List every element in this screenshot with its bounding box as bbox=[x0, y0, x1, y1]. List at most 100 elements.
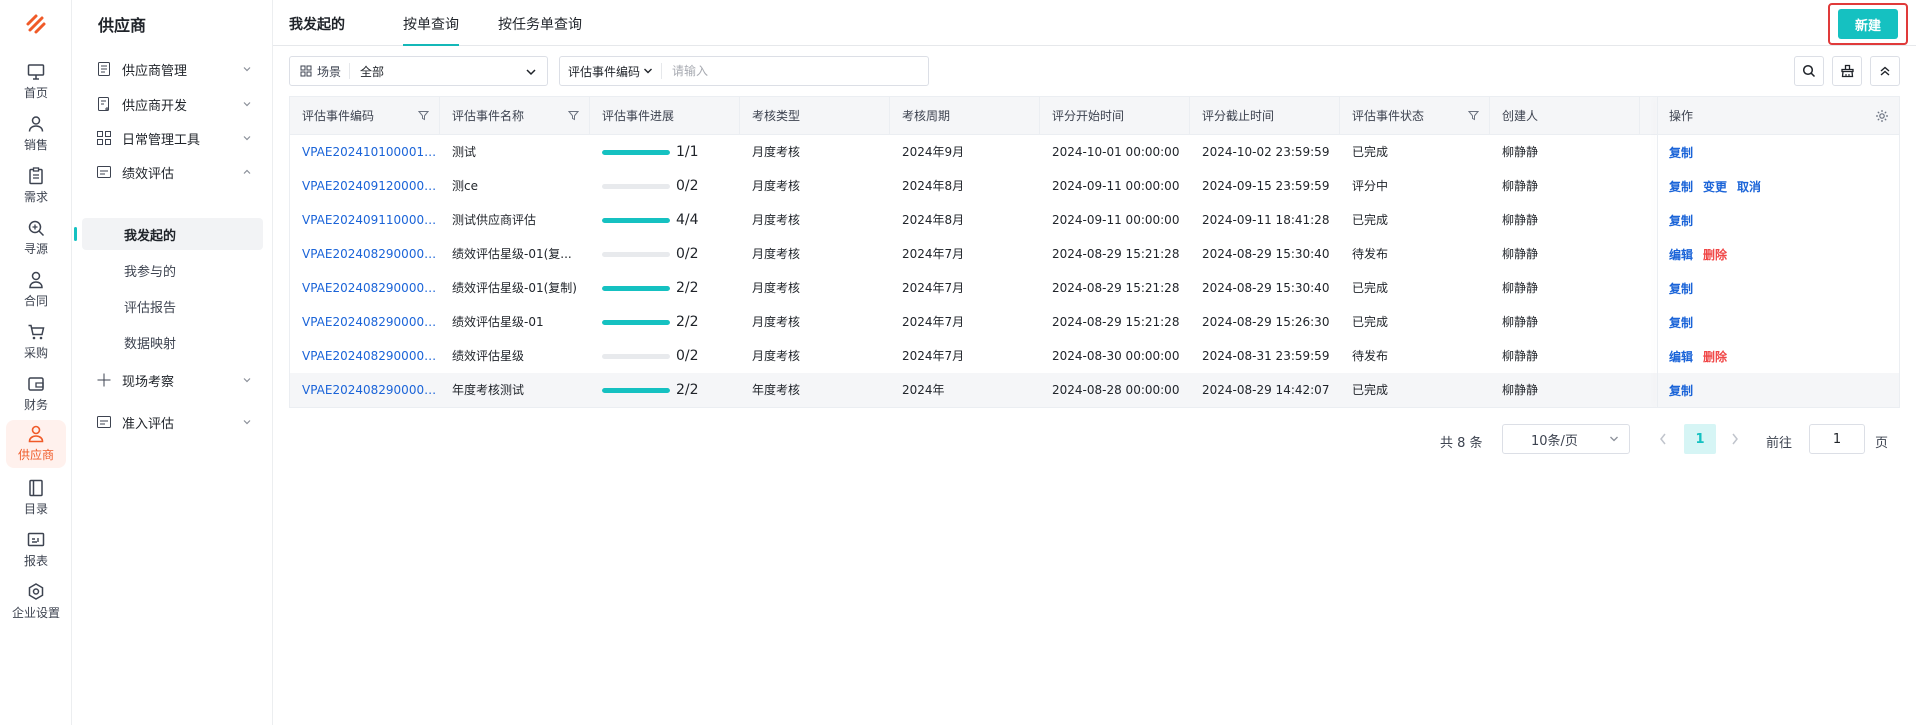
scene-label: 场景 bbox=[290, 63, 351, 79]
submenu-item-initiated[interactable]: 我发起的 bbox=[74, 218, 263, 250]
cell-code[interactable]: VPAE20240829000003... bbox=[290, 339, 440, 373]
submenu-item-data-mapping[interactable]: 数据映射 bbox=[82, 326, 263, 358]
rail-item[interactable]: 采购 bbox=[6, 318, 66, 366]
cell-period: 2024年7月 bbox=[902, 315, 965, 329]
cell-code[interactable]: VPAE20240911000001... bbox=[290, 203, 440, 237]
cell-code[interactable]: VPAE20241010000101... bbox=[290, 135, 440, 169]
cell-creator: 柳静静 bbox=[1502, 349, 1539, 363]
cell-status: 评分中 bbox=[1352, 179, 1389, 193]
cell-progress: 4/4 bbox=[590, 203, 740, 237]
broom-icon bbox=[1840, 64, 1854, 78]
filter-icon[interactable] bbox=[1468, 110, 1479, 121]
collapse-button[interactable] bbox=[1870, 56, 1900, 86]
row-action-0-link[interactable]: 复制 bbox=[1669, 382, 1693, 399]
column-header-label: 评估事件编码 bbox=[302, 109, 375, 123]
submenu-group-supplier-management[interactable]: 供应商管理 bbox=[96, 55, 262, 83]
tab-by-task-order[interactable]: 按任务单查询 bbox=[498, 14, 582, 44]
prev-page-icon[interactable] bbox=[1658, 432, 1668, 446]
cell-name: 年度考核测试 bbox=[452, 383, 525, 397]
cell-name: 测试供应商评估 bbox=[452, 213, 537, 227]
filter-icon[interactable] bbox=[418, 110, 429, 121]
cell-actions: 编辑 删除 bbox=[1657, 339, 1899, 373]
chevron-down-icon bbox=[243, 67, 251, 72]
rail-item[interactable]: 供应商 bbox=[6, 420, 66, 468]
page-number-button[interactable]: 1 bbox=[1684, 424, 1716, 454]
row-action-0-link[interactable]: 复制 bbox=[1669, 178, 1693, 195]
cell-end: 2024-08-29 15:30:40 bbox=[1202, 281, 1330, 295]
column-header-actions: 操作 bbox=[1657, 97, 1899, 135]
goto-page-input[interactable] bbox=[1809, 424, 1865, 454]
submenu-group-performance[interactable]: 绩效评估 bbox=[96, 158, 262, 186]
page-size-select[interactable]: 10条/页 bbox=[1502, 424, 1630, 454]
cell-code[interactable]: VPAE20240912000001... bbox=[290, 169, 440, 203]
rail-item[interactable]: 销售 bbox=[6, 110, 66, 158]
column-header-code: 评估事件编码 bbox=[290, 97, 440, 135]
cell-end: 2024-08-29 14:42:07 bbox=[1202, 383, 1330, 397]
cell-name: 绩效评估星级-01(复... bbox=[452, 247, 572, 261]
rail-item[interactable]: 首页 bbox=[6, 58, 66, 106]
row-action-3-link[interactable]: 编辑 bbox=[1669, 348, 1693, 365]
tab-by-order[interactable]: 按单查询 bbox=[403, 14, 459, 46]
progress-bar bbox=[602, 217, 670, 223]
rail-item[interactable]: 寻源 bbox=[6, 214, 66, 262]
cell-type: 月度考核 bbox=[752, 179, 801, 193]
wallet-icon bbox=[28, 377, 44, 391]
submenu-group-supplier-development[interactable]: 供应商开发 bbox=[96, 90, 262, 118]
pagination: 共 8 条 10条/页 1 前往 页 bbox=[1440, 424, 1900, 456]
field-type-select[interactable]: 评估事件编码 bbox=[560, 63, 663, 79]
cell-status: 已完成 bbox=[1352, 383, 1389, 397]
row-action-0-link[interactable]: 复制 bbox=[1669, 280, 1693, 297]
progress-text: 0/2 bbox=[676, 246, 699, 262]
rail-item[interactable]: 报表 bbox=[6, 526, 66, 574]
cell-type: 月度考核 bbox=[752, 247, 801, 261]
submenu-group-label: 准入评估 bbox=[122, 416, 175, 432]
row-action-4-link[interactable]: 删除 bbox=[1703, 348, 1727, 365]
progress-fill bbox=[602, 285, 670, 291]
row-action-2-link[interactable]: 取消 bbox=[1737, 178, 1761, 195]
filter-icon[interactable] bbox=[568, 110, 579, 121]
rail-item[interactable]: 财务 bbox=[6, 370, 66, 418]
cell-code[interactable]: VPAE20240829000005... bbox=[290, 271, 440, 305]
next-page-icon[interactable] bbox=[1730, 432, 1740, 446]
row-action-4-link[interactable]: 删除 bbox=[1703, 246, 1727, 263]
cell-code[interactable]: VPAE20240829000004... bbox=[290, 305, 440, 339]
rail-item[interactable]: 需求 bbox=[6, 162, 66, 210]
chevron-down-icon bbox=[1610, 436, 1618, 442]
code-search-input[interactable] bbox=[662, 64, 883, 78]
cell-type: 月度考核 bbox=[752, 315, 801, 329]
submenu-group-daily-tools[interactable]: 日常管理工具 bbox=[96, 124, 262, 152]
cell-progress: 2/2 bbox=[590, 271, 740, 305]
row-action-0-link[interactable]: 复制 bbox=[1669, 212, 1693, 229]
row-action-3-link[interactable]: 编辑 bbox=[1669, 246, 1693, 263]
cell-period: 2024年 bbox=[902, 383, 945, 397]
settings-icon[interactable] bbox=[1875, 109, 1889, 123]
scene-select[interactable]: 场景 全部 bbox=[289, 56, 548, 86]
submenu-group-admission[interactable]: 准入评估 bbox=[96, 408, 262, 436]
cell-creator: 柳静静 bbox=[1502, 383, 1539, 397]
main-content: 我发起的 按单查询 按任务单查询 新建 场景 全部 评估事件编码 请输入 评估事… bbox=[273, 0, 1916, 725]
clear-button[interactable] bbox=[1832, 56, 1862, 86]
row-action-0-link[interactable]: 复制 bbox=[1669, 314, 1693, 331]
cell-code[interactable]: VPAE20240829000007... bbox=[290, 237, 440, 271]
progress-bar bbox=[602, 149, 670, 155]
row-action-1-link[interactable]: 变更 bbox=[1703, 178, 1727, 195]
submenu-item-participated[interactable]: 我参与的 bbox=[82, 254, 263, 286]
submenu-group-site-inspection[interactable]: 现场考察 bbox=[96, 366, 262, 394]
rail-item-label: 首页 bbox=[23, 86, 48, 100]
cell-actions: 复制 bbox=[1657, 271, 1899, 305]
new-button[interactable]: 新建 bbox=[1838, 9, 1898, 39]
cell-creator: 柳静静 bbox=[1502, 281, 1539, 295]
cell-code[interactable]: VPAE20240829000001... bbox=[290, 373, 440, 407]
rail-item[interactable]: 合同 bbox=[6, 266, 66, 314]
rail-item[interactable]: 企业设置 bbox=[6, 578, 66, 626]
logo-icon[interactable] bbox=[22, 10, 50, 38]
pagination-total: 共 8 条 bbox=[1440, 436, 1483, 451]
column-header-end: 评分截止时间 bbox=[1190, 97, 1340, 135]
row-action-0-link[interactable]: 复制 bbox=[1669, 144, 1693, 161]
cell-type: 月度考核 bbox=[752, 349, 801, 363]
search-button[interactable] bbox=[1794, 56, 1824, 86]
cell-start: 2024-09-11 00:00:00 bbox=[1052, 213, 1180, 227]
submenu-item-reports[interactable]: 评估报告 bbox=[82, 290, 263, 322]
rail-item[interactable]: 目录 bbox=[6, 474, 66, 522]
tab-initiated[interactable]: 我发起的 bbox=[289, 14, 345, 44]
